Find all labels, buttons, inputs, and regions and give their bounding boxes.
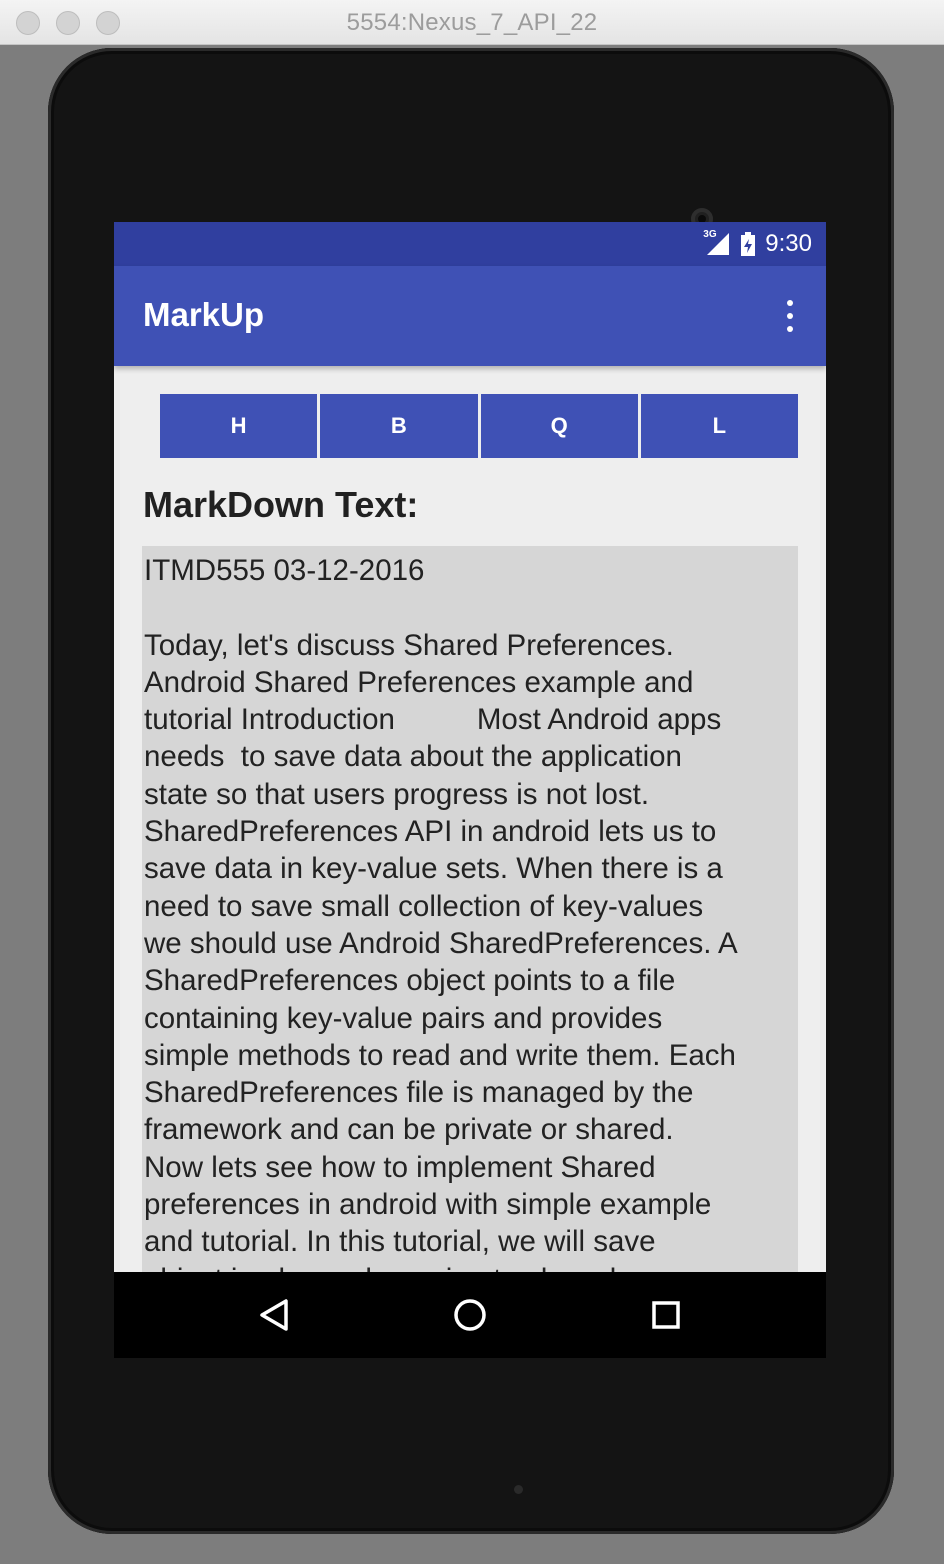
app-bar: MarkUp	[114, 266, 826, 366]
window-titlebar: 5554:Nexus_7_API_22	[0, 0, 944, 45]
recents-icon[interactable]	[645, 1294, 687, 1336]
bold-button[interactable]: B	[320, 394, 478, 458]
window-title: 5554:Nexus_7_API_22	[346, 9, 598, 36]
more-vert-icon[interactable]	[780, 300, 800, 332]
list-button[interactable]: L	[640, 394, 798, 458]
navigation-bar	[114, 1272, 826, 1358]
markdown-text[interactable]: ITMD555 03-12-2016 Today, let's discuss …	[142, 546, 798, 1276]
heading-button[interactable]: H	[160, 394, 318, 458]
quote-button[interactable]: Q	[480, 394, 638, 458]
format-toolbar: H B Q L	[160, 394, 798, 458]
status-bar: 3G 9:30	[114, 222, 826, 266]
status-clock: 9:30	[765, 230, 812, 257]
markdown-section-label: MarkDown Text:	[143, 484, 419, 525]
cell-signal-icon: 3G	[703, 229, 731, 257]
network-type-label: 3G	[703, 229, 717, 240]
back-icon[interactable]	[253, 1294, 295, 1336]
markdown-text-editor[interactable]: ITMD555 03-12-2016 Today, let's discuss …	[142, 546, 798, 1276]
home-icon[interactable]	[449, 1294, 491, 1336]
device-screen: 3G 9:30 MarkUp H B Q L MarkDown Text: IT…	[114, 222, 826, 1358]
app-title: MarkUp	[143, 296, 265, 333]
light-sensor	[514, 1485, 523, 1494]
battery-icon	[741, 232, 756, 256]
